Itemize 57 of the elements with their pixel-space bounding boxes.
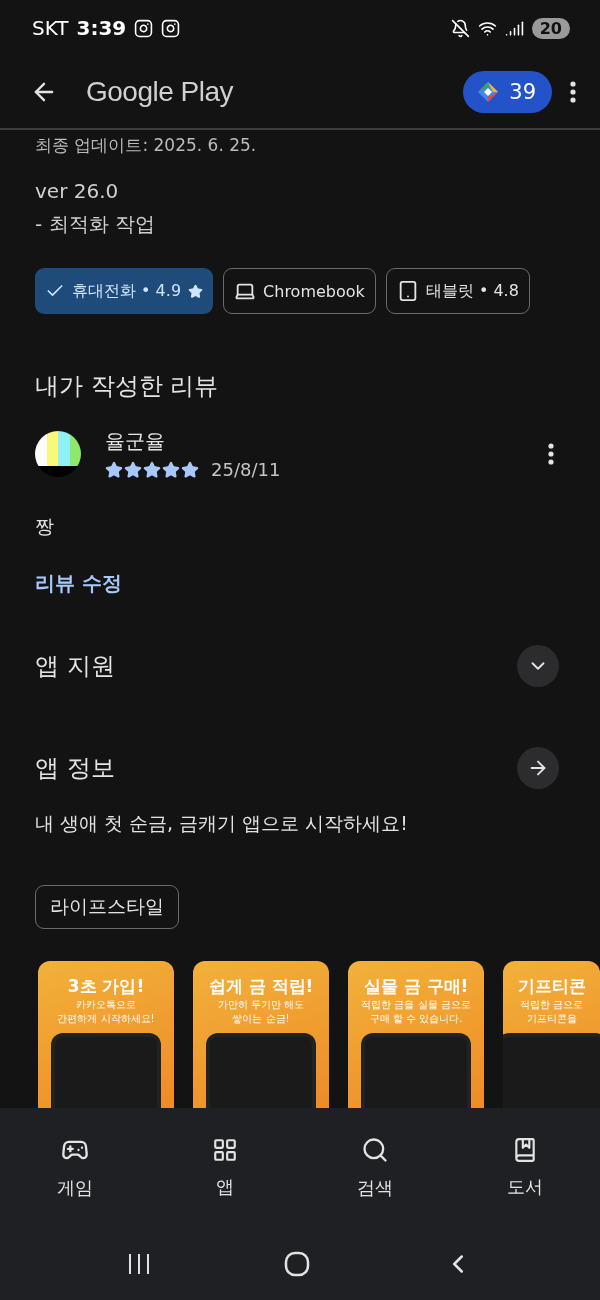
screenshot-title: 3초 가입! xyxy=(67,975,145,998)
star-icon xyxy=(181,460,199,479)
screenshot-subtitle: 구매 할 수 있습니다. xyxy=(369,1011,463,1025)
star-icon xyxy=(162,460,180,479)
search-icon xyxy=(361,1136,389,1164)
nav-tab[interactable]: 도서 xyxy=(450,1108,600,1228)
signal-icon xyxy=(504,18,524,38)
release-notes: - 최적화 작업 xyxy=(35,211,156,238)
section-heading: 앱 지원 xyxy=(35,651,115,682)
screenshot-subtitle: 가만히 두기만 해도 xyxy=(217,998,305,1012)
book-icon xyxy=(512,1137,538,1163)
screenshot-subtitle: 적립한 금을 실물 금으로 xyxy=(361,998,471,1012)
avatar xyxy=(35,431,81,477)
screenshot-subtitle: 기프티콘을 xyxy=(526,1011,577,1025)
nav-tab[interactable]: 게임 xyxy=(0,1108,150,1228)
device-chip[interactable]: Chromebook xyxy=(223,268,376,314)
screenshot-subtitle: 카카오톡으로 xyxy=(76,998,136,1012)
screenshot-title: 실물 금 구매! xyxy=(363,975,469,998)
diamond-icon xyxy=(477,81,500,103)
instagram-icon xyxy=(161,18,181,38)
points-button[interactable]: 39 xyxy=(463,71,552,113)
screenshot-title: 쉽게 금 적립! xyxy=(208,975,314,998)
instagram-icon xyxy=(134,18,154,38)
last-updated-text: 최종 업데이트: 2025. 6. 25. xyxy=(35,134,258,157)
app-title: Google Play xyxy=(86,76,234,108)
open-button[interactable] xyxy=(517,747,559,789)
clock-time: 3:39 xyxy=(76,16,127,40)
review-date: 25/8/11 xyxy=(211,459,281,480)
device-chip[interactable]: 휴대전화 • 4.9 xyxy=(35,268,214,314)
app-description: 내 생애 첫 순금, 금캐기 앱으로 시작하세요! xyxy=(35,811,409,836)
star-icon xyxy=(188,283,204,299)
recent-apps-icon[interactable] xyxy=(126,1253,151,1275)
version-text: ver 26.0 xyxy=(35,179,120,203)
battery-level: 20 xyxy=(531,17,570,39)
star-icon xyxy=(105,460,123,479)
device-chip[interactable]: 태블릿 • 4.8 xyxy=(385,268,530,314)
screenshot-subtitle: 쌓이는 순금! xyxy=(232,1011,290,1025)
edit-review-link[interactable]: 리뷰 수정 xyxy=(35,571,122,595)
expand-button[interactable] xyxy=(517,645,559,687)
screenshot-title: 기프티콘 xyxy=(517,975,586,998)
more-icon xyxy=(548,443,554,465)
more-icon xyxy=(570,81,576,103)
reviewer-name: 율군율 xyxy=(105,428,166,455)
screenshot-subtitle: 간편하게 시작하세요! xyxy=(57,1011,155,1025)
section-heading: 앱 정보 xyxy=(35,753,115,784)
carrier-name: SKT xyxy=(32,16,69,40)
star-icon xyxy=(143,460,161,479)
section-heading: 내가 작성한 리뷰 xyxy=(35,371,220,402)
category-tag[interactable]: 라이프스타일 xyxy=(35,885,179,929)
screenshot-subtitle: 적립한 금으로 xyxy=(519,998,584,1012)
home-icon[interactable] xyxy=(284,1251,310,1277)
nav-tab[interactable]: 앱 xyxy=(150,1108,300,1228)
review-text: 짱 xyxy=(35,514,55,539)
nav-tab[interactable]: 검색 xyxy=(300,1108,450,1228)
grid-icon xyxy=(212,1137,238,1163)
mute-icon xyxy=(450,18,470,38)
star-icon xyxy=(124,460,142,479)
